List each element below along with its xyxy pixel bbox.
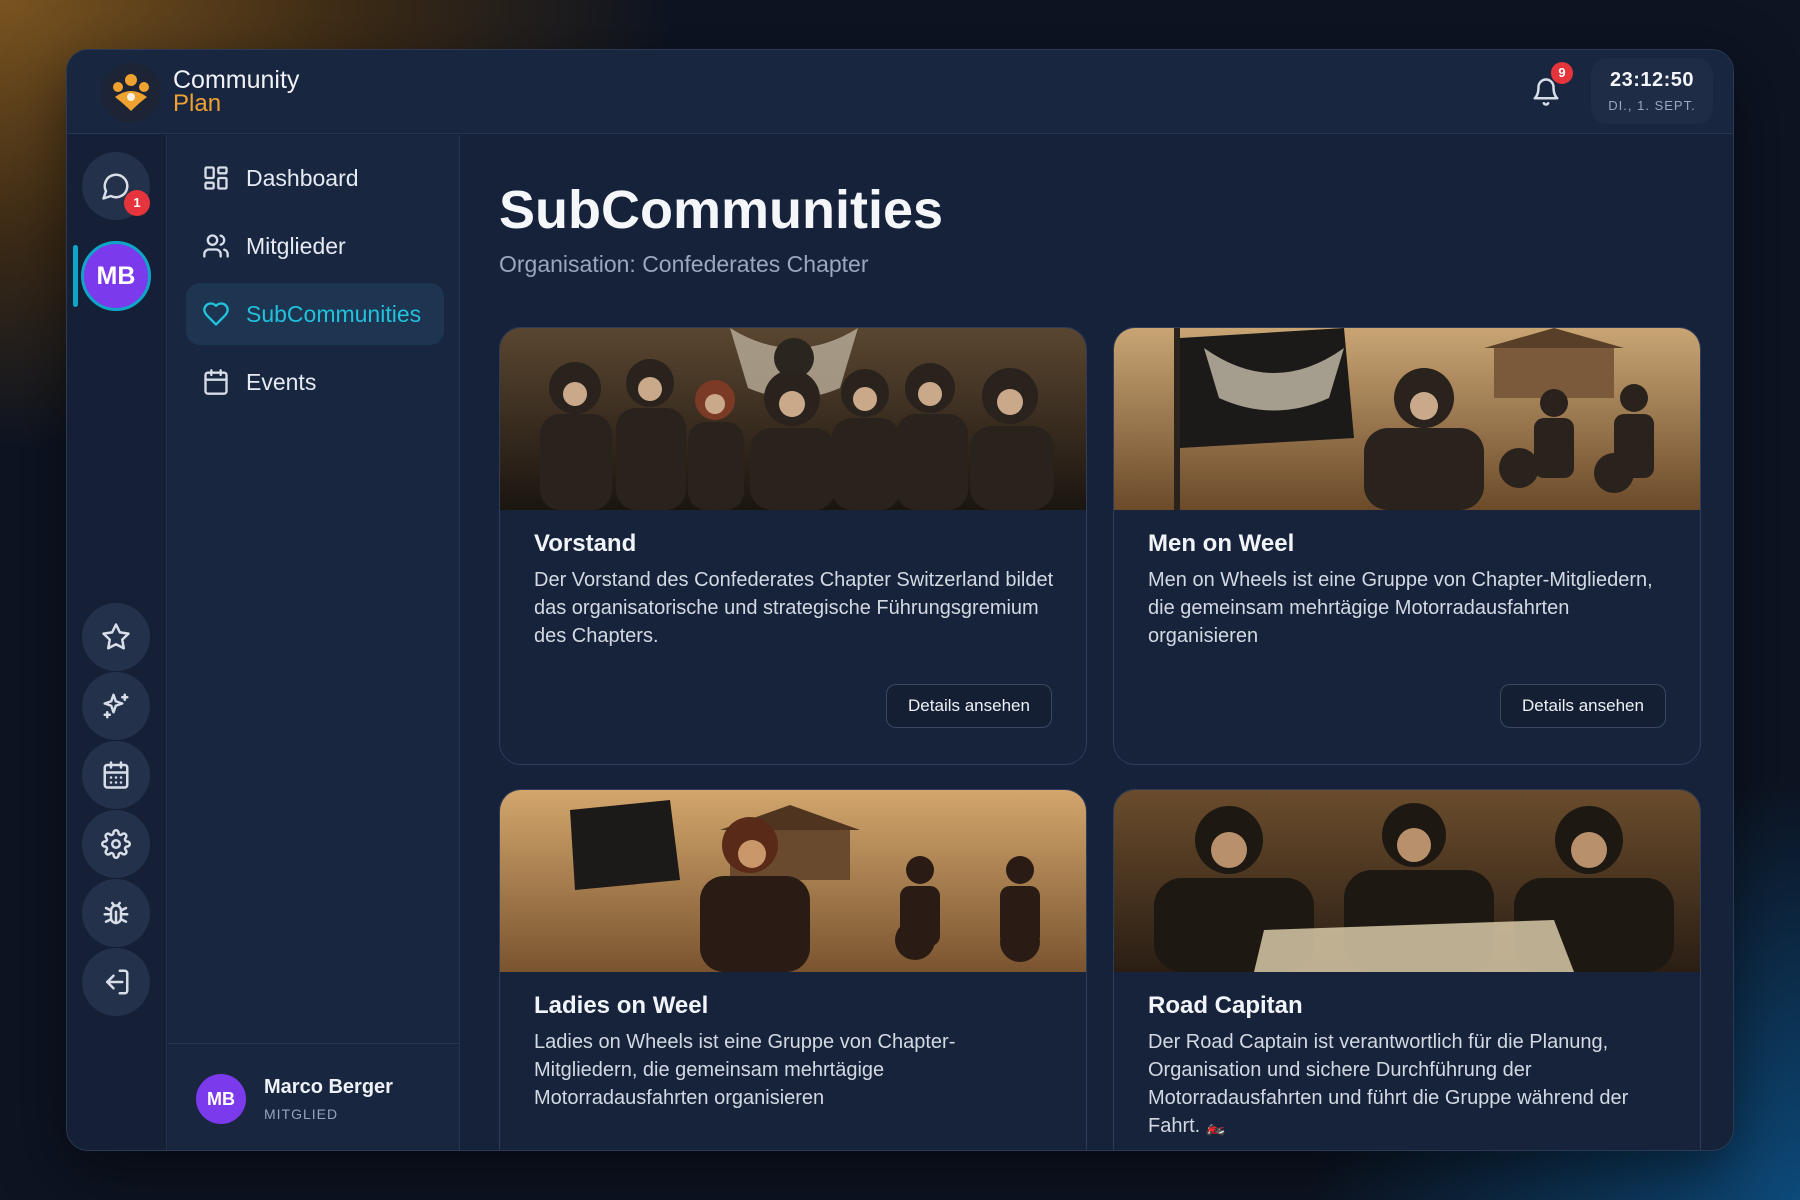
- details-button[interactable]: Details ansehen: [886, 684, 1052, 728]
- card-description: Der Road Captain ist verantwortlich für …: [1148, 1028, 1668, 1142]
- details-button[interactable]: Details ansehen: [1500, 684, 1666, 728]
- calendar-button[interactable]: [82, 741, 150, 809]
- notification-badge: 9: [1551, 62, 1573, 84]
- card-image: [500, 790, 1086, 972]
- nav-label: Events: [246, 368, 317, 395]
- brand-line-1: Community: [173, 66, 300, 94]
- brand[interactable]: Community Plan: [173, 68, 299, 116]
- members-icon: [203, 234, 229, 258]
- favorites-button[interactable]: [82, 603, 150, 671]
- motorcycle-icon: 🏍️: [1205, 1119, 1226, 1136]
- bug-icon: [103, 901, 129, 925]
- settings-button[interactable]: [82, 810, 150, 878]
- main-content: SubCommunities Organisation: Confederate…: [461, 135, 1733, 1150]
- card-image: [1114, 328, 1700, 510]
- clock-widget: 23:12:50 DI., 1. SEPT.: [1591, 58, 1713, 124]
- logo-icon[interactable]: [101, 63, 161, 123]
- card-title: Road Capitan: [1148, 992, 1303, 1019]
- subcommunity-card[interactable]: Road Capitan Der Road Captain ist verant…: [1113, 789, 1701, 1150]
- chat-badge: 1: [124, 190, 150, 216]
- app-window: Community Plan 9 23:12:50 DI., 1. SEPT. …: [66, 49, 1734, 1151]
- sparkles-icon: [103, 693, 129, 719]
- nav-item-events[interactable]: Events: [186, 351, 444, 413]
- card-image: [1114, 790, 1700, 972]
- card-description: Der Vorstand des Confederates Chapter Sw…: [534, 569, 1054, 647]
- heart-icon: [203, 302, 229, 326]
- settings-icon: [101, 829, 131, 859]
- subcommunity-card[interactable]: Ladies on Weel Ladies on Wheels ist eine…: [499, 789, 1087, 1150]
- nav-label: Dashboard: [246, 164, 359, 191]
- clock-time: 23:12:50: [1609, 69, 1695, 91]
- top-bar: Community Plan 9 23:12:50 DI., 1. SEPT.: [67, 50, 1733, 134]
- calendar-icon: [204, 369, 228, 395]
- card-description: Ladies on Wheels ist eine Gruppe von Cha…: [534, 1031, 956, 1109]
- side-nav: Dashboard Mitglieder SubCommunities Even…: [168, 135, 460, 1150]
- nav-label: Mitglieder: [246, 232, 346, 259]
- star-icon: [102, 623, 130, 650]
- nav-label: SubCommunities: [246, 300, 422, 327]
- nav-item-mitglieder[interactable]: Mitglieder: [186, 215, 444, 277]
- subcommunity-card[interactable]: Vorstand Der Vorstand des Confederates C…: [499, 327, 1087, 765]
- card-description: Men on Wheels ist eine Gruppe von Chapte…: [1148, 569, 1653, 647]
- card-image: [500, 328, 1086, 510]
- nav-item-dashboard[interactable]: Dashboard: [186, 147, 444, 209]
- dashboard-icon: [204, 166, 228, 190]
- active-indicator: [73, 245, 78, 307]
- calendar-icon: [103, 761, 129, 789]
- user-role: MITGLIED: [264, 1106, 339, 1122]
- bug-report-button[interactable]: [82, 879, 150, 947]
- brand-line-2: Plan: [173, 90, 222, 117]
- page-title: SubCommunities: [499, 180, 944, 240]
- community-avatar[interactable]: MB: [81, 241, 151, 311]
- user-name: Marco Berger: [264, 1076, 393, 1098]
- card-title: Vorstand: [534, 530, 637, 557]
- ai-button[interactable]: [82, 672, 150, 740]
- icon-rail: 1 MB: [67, 135, 167, 1150]
- logout-icon: [106, 969, 129, 995]
- nav-item-subcommunities[interactable]: SubCommunities: [186, 283, 444, 345]
- subcommunity-card[interactable]: Men on Weel Men on Wheels ist eine Grupp…: [1113, 327, 1701, 765]
- clock-date: DI., 1. SEPT.: [1608, 98, 1696, 113]
- logout-button[interactable]: [82, 948, 150, 1016]
- user-profile[interactable]: MB Marco Berger MITGLIED: [168, 1043, 460, 1150]
- avatar: MB: [196, 1074, 246, 1124]
- card-title: Ladies on Weel: [534, 992, 709, 1019]
- card-title: Men on Weel: [1148, 530, 1295, 557]
- page-subtitle: Organisation: Confederates Chapter: [499, 251, 869, 277]
